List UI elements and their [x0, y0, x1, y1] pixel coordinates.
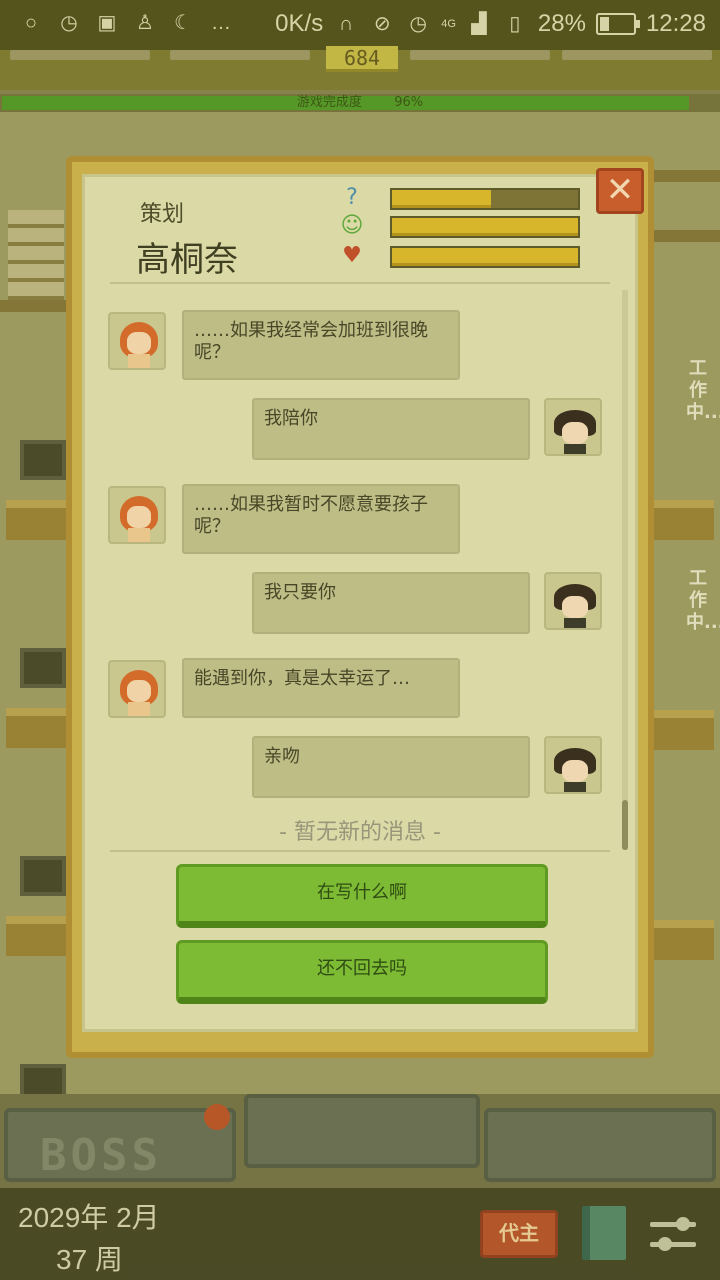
scroll-track: [622, 290, 628, 850]
divider: [110, 282, 610, 284]
green-face-icon: ☺: [340, 213, 364, 238]
player-avatar: [544, 398, 602, 456]
reply-choice-button[interactable]: 还不回去吗: [176, 940, 548, 1004]
player-message: 我只要你: [252, 572, 530, 634]
close-icon[interactable]: ✕: [596, 168, 644, 214]
npc-message: 能遇到你，真是太幸运了…: [182, 658, 460, 718]
player-message: 亲吻: [252, 736, 530, 798]
npc-message: ……如果我经常会加班到很晚呢？: [182, 310, 460, 380]
no-new-messages: - 暂无新的消息 -: [279, 820, 441, 845]
npc-avatar: [108, 486, 166, 544]
stat-bar-mood: [390, 216, 580, 238]
scrollbar[interactable]: [622, 800, 628, 850]
npc-avatar: [108, 660, 166, 718]
player-avatar: [544, 572, 602, 630]
reply-choice-button[interactable]: 在写什么啊: [176, 864, 548, 928]
divider: [110, 850, 610, 852]
character-role: 策划: [140, 202, 185, 227]
stat-bar-question: [390, 188, 580, 210]
player-message: 我陪你: [252, 398, 530, 460]
question-bubble-icon: ?: [346, 185, 358, 210]
npc-avatar: [108, 312, 166, 370]
hearts-icon: ♥: [342, 243, 362, 268]
character-name: 高桐奈: [136, 240, 238, 280]
player-avatar: [544, 736, 602, 794]
stat-bar-affection: [390, 246, 580, 268]
npc-message: ……如果我暂时不愿意要孩子呢？: [182, 484, 460, 554]
